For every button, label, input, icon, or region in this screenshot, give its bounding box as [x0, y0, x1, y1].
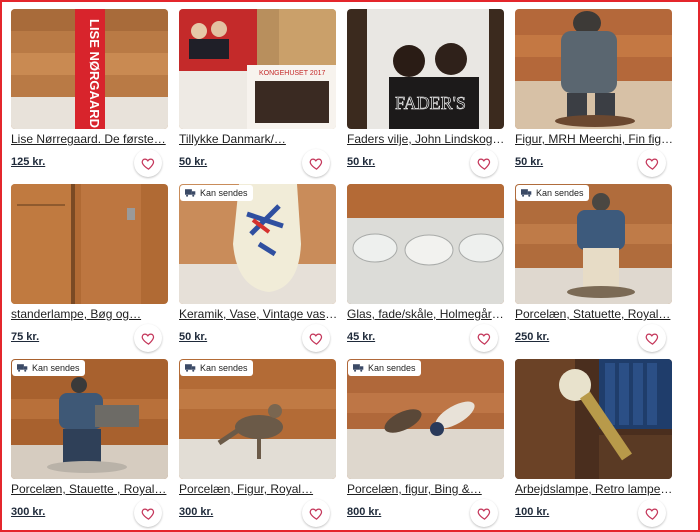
heart-icon: [645, 332, 658, 345]
listing-photo[interactable]: FADER'S: [347, 9, 504, 129]
shipping-badge: Kan sendes: [12, 360, 85, 376]
favorite-button[interactable]: [302, 149, 330, 177]
listing-price[interactable]: 50 kr.: [179, 155, 207, 169]
truck-icon: [17, 364, 28, 372]
listing-photo[interactable]: [515, 184, 672, 304]
listing-price[interactable]: 50 kr.: [515, 155, 543, 169]
listing-price[interactable]: 50 kr.: [347, 155, 375, 169]
favorite-button[interactable]: [134, 499, 162, 527]
listing-card[interactable]: FADER'S Faders vilje, John Lindskog,… 50…: [345, 7, 507, 182]
listing-title[interactable]: Porcelæn, Figur, Royal…: [179, 482, 339, 497]
listing-photo[interactable]: [11, 359, 168, 479]
listing-title[interactable]: Figur, MRH Meerchi, Fin figu…: [515, 132, 675, 147]
heart-icon: [309, 332, 322, 345]
listing-card[interactable]: Figur, MRH Meerchi, Fin figu… 50 kr.: [513, 7, 675, 182]
listing-title[interactable]: Porcelæn, Stauette , Royal…: [11, 482, 171, 497]
truck-icon: [185, 364, 196, 372]
favorite-button[interactable]: [470, 149, 498, 177]
favorite-button[interactable]: [638, 149, 666, 177]
listing-title[interactable]: Faders vilje, John Lindskog,…: [347, 132, 507, 147]
listing-price[interactable]: 100 kr.: [515, 505, 549, 519]
heart-icon: [309, 507, 322, 520]
listing-price[interactable]: 45 kr.: [347, 330, 375, 344]
listing-title[interactable]: Tillykke Danmark/…: [179, 132, 339, 147]
listing-card[interactable]: Kan sendes Porcelæn, Figur, Royal… 300 k…: [177, 357, 336, 532]
truck-icon: [521, 189, 532, 197]
truck-icon: [353, 364, 364, 372]
heart-icon: [309, 157, 322, 170]
listing-photo[interactable]: KONGEHUSET 2017: [179, 9, 336, 129]
favorite-button[interactable]: [134, 149, 162, 177]
shipping-badge: Kan sendes: [516, 185, 589, 201]
book-cover-text: KONGEHUSET 2017: [259, 70, 326, 77]
listing-photo[interactable]: [515, 359, 672, 479]
listing-photo[interactable]: [179, 184, 336, 304]
favorite-button[interactable]: [470, 499, 498, 527]
book-title-text: FADER'S: [395, 93, 466, 113]
favorite-button[interactable]: [134, 324, 162, 352]
listing-title[interactable]: Porcelæn, Statuette, Royal…: [515, 307, 675, 322]
shipping-badge-label: Kan sendes: [368, 363, 416, 373]
favorite-button[interactable]: [302, 324, 330, 352]
listing-title[interactable]: Glas, fade/skåle, Holmegård…: [347, 307, 507, 322]
shipping-badge: Kan sendes: [180, 360, 253, 376]
listing-card[interactable]: Kan sendes Porcelæn, Statuette, Royal… 2…: [513, 182, 672, 357]
heart-icon: [477, 157, 490, 170]
listing-price[interactable]: 300 kr.: [179, 505, 213, 519]
listing-card[interactable]: LISE NØRGAARD Lise Nørregaard. De første…: [9, 7, 168, 182]
shipping-badge-label: Kan sendes: [536, 188, 584, 198]
listing-price[interactable]: 75 kr.: [11, 330, 39, 344]
book-spine-text: LISE NØRGAARD: [87, 19, 102, 128]
favorite-button[interactable]: [470, 324, 498, 352]
heart-icon: [141, 507, 154, 520]
listing-photo[interactable]: [179, 359, 336, 479]
listing-photo[interactable]: [11, 184, 168, 304]
listing-title[interactable]: Lise Nørregaard. De første…: [11, 132, 171, 147]
listing-photo[interactable]: LISE NØRGAARD: [11, 9, 168, 129]
heart-icon: [477, 507, 490, 520]
listing-card[interactable]: Kan sendes Porcelæn, figur, Bing &… 800 …: [345, 357, 504, 532]
listing-price[interactable]: 250 kr.: [515, 330, 549, 344]
listing-title[interactable]: standerlampe, Bøg og…: [11, 307, 171, 322]
shipping-badge: Kan sendes: [348, 360, 421, 376]
listing-title[interactable]: Porcelæn, figur, Bing &…: [347, 482, 507, 497]
heart-icon: [645, 157, 658, 170]
listing-photo[interactable]: [347, 359, 504, 479]
heart-icon: [141, 332, 154, 345]
listing-title[interactable]: Keramik, Vase, Vintage vase…: [179, 307, 339, 322]
listing-card[interactable]: KONGEHUSET 2017 Tillykke Danmark/… 50 kr…: [177, 7, 336, 182]
shipping-badge-label: Kan sendes: [200, 188, 248, 198]
listing-card[interactable]: Kan sendes Porcelæn, Stauette , Royal… 3…: [9, 357, 168, 532]
listing-card[interactable]: Glas, fade/skåle, Holmegård… 45 kr.: [345, 182, 507, 357]
shipping-badge-label: Kan sendes: [32, 363, 80, 373]
listing-price[interactable]: 300 kr.: [11, 505, 45, 519]
favorite-button[interactable]: [302, 499, 330, 527]
favorite-button[interactable]: [638, 324, 666, 352]
listing-card[interactable]: standerlampe, Bøg og… 75 kr.: [9, 182, 168, 357]
heart-icon: [477, 332, 490, 345]
favorite-button[interactable]: [638, 499, 666, 527]
listing-price[interactable]: 125 kr.: [11, 155, 45, 169]
heart-icon: [141, 157, 154, 170]
shipping-badge: Kan sendes: [180, 185, 253, 201]
heart-icon: [645, 507, 658, 520]
listing-card[interactable]: Kan sendes Keramik, Vase, Vintage vase… …: [177, 182, 339, 357]
listing-price[interactable]: 50 kr.: [179, 330, 207, 344]
listing-photo[interactable]: [515, 9, 672, 129]
listing-grid: LISE NØRGAARD Lise Nørregaard. De første…: [9, 7, 677, 532]
listing-price[interactable]: 800 kr.: [347, 505, 381, 519]
shipping-badge-label: Kan sendes: [200, 363, 248, 373]
listing-title[interactable]: Arbejdslampe, Retro lampe,…: [515, 482, 675, 497]
listing-card[interactable]: Arbejdslampe, Retro lampe,… 100 kr.: [513, 357, 675, 532]
truck-icon: [185, 189, 196, 197]
listing-photo[interactable]: [347, 184, 504, 304]
